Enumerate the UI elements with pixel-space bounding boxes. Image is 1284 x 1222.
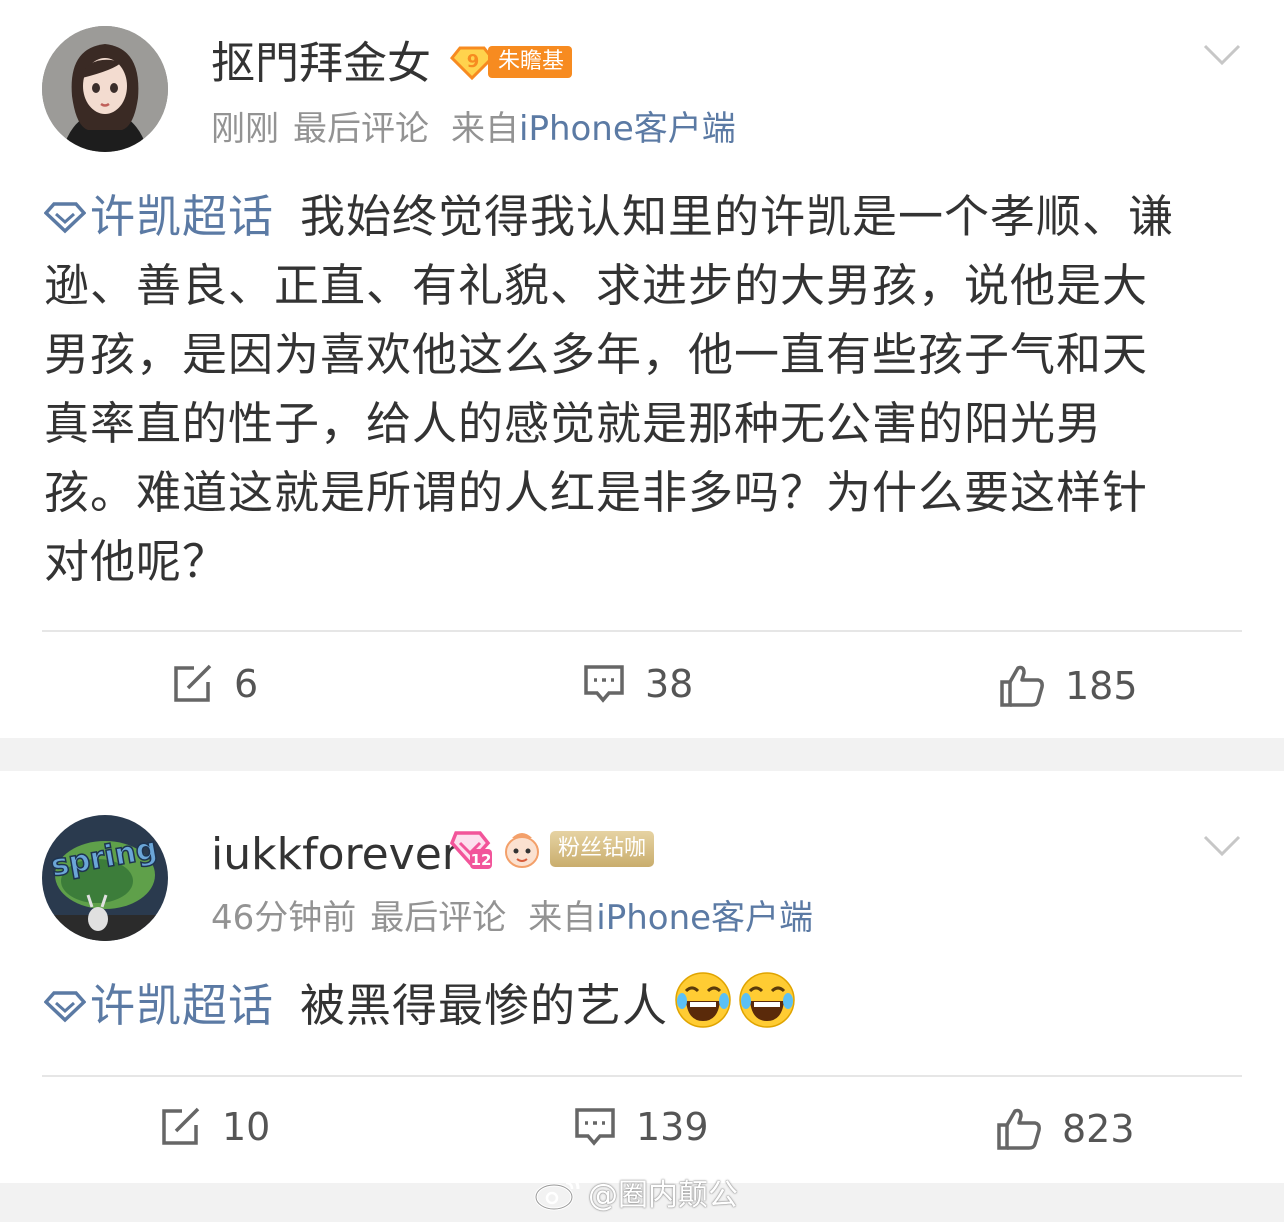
watermark-text: @圈内颠公 bbox=[588, 1178, 738, 1213]
last-comment-label: 最后评论 bbox=[293, 109, 429, 149]
comment-count: 38 bbox=[645, 662, 694, 706]
topic-label: 许凯超话 bbox=[90, 979, 275, 1032]
post-card: spring iukkforever 12 粉丝钻咖 46分钟前 最后评论 来自iP… bbox=[0, 771, 1284, 1183]
action-bar: 10 139 823 bbox=[0, 1079, 1284, 1179]
avatar[interactable] bbox=[42, 26, 168, 152]
chevron-down-icon[interactable] bbox=[1202, 833, 1242, 859]
post-content: 许凯超话 被黑得最惨的艺人 bbox=[44, 971, 1244, 1040]
comment-button[interactable]: 139 bbox=[574, 1107, 709, 1147]
vip-diamond-icon[interactable]: 12 bbox=[450, 827, 494, 871]
post-meta: 刚刚 最后评论 来自iPhone客户端 bbox=[211, 112, 736, 146]
repost-button[interactable]: 10 bbox=[160, 1107, 270, 1147]
laughing-emoji-icon bbox=[739, 972, 795, 1028]
like-icon bbox=[1000, 665, 1044, 707]
mascot-icon[interactable] bbox=[502, 828, 542, 870]
repost-count: 10 bbox=[222, 1105, 271, 1149]
post-time: 46分钟前 bbox=[211, 898, 357, 938]
username[interactable]: 抠門拜金女 bbox=[211, 42, 431, 86]
topic-link[interactable]: 许凯超话 bbox=[44, 971, 274, 1040]
user-badges: 12 粉丝钻咖 bbox=[450, 827, 655, 871]
comment-count: 139 bbox=[636, 1105, 709, 1149]
laughing-emoji-icon bbox=[675, 972, 731, 1028]
content-line: 逊、善良、正直、有礼貌、求进步的大男孩，说他是大 bbox=[44, 259, 1149, 312]
post-card: 抠門拜金女 9 朱瞻基 刚刚 最后评论 来自iPhone客户端 许凯超话 我始终觉得… bbox=[0, 0, 1284, 738]
source-link[interactable]: iPhone客户端 bbox=[596, 898, 813, 938]
repost-icon bbox=[162, 1107, 200, 1145]
content-line: 男孩，是因为喜欢他这么多年，他一直有些孩子气和天 bbox=[44, 328, 1149, 381]
post-time: 刚刚 bbox=[211, 109, 279, 149]
like-button[interactable]: 185 bbox=[999, 664, 1138, 708]
divider bbox=[42, 1075, 1242, 1077]
repost-count: 6 bbox=[234, 662, 259, 706]
username[interactable]: iukkforever bbox=[211, 833, 460, 877]
comment-icon bbox=[575, 1108, 615, 1146]
like-count: 185 bbox=[1065, 664, 1138, 708]
svg-text:9: 9 bbox=[467, 51, 480, 72]
content-text: 被黑得最惨的艺人 bbox=[300, 979, 669, 1032]
avatar[interactable]: spring bbox=[42, 815, 168, 941]
action-bar: 6 38 185 bbox=[0, 634, 1284, 734]
topic-diamond-icon bbox=[44, 990, 86, 1022]
post-meta: 46分钟前 最后评论 来自iPhone客户端 bbox=[211, 901, 813, 935]
content-line: 我始终觉得我认知里的许凯是一个孝顺、谦 bbox=[300, 190, 1175, 243]
topic-diamond-icon bbox=[44, 201, 86, 233]
source-prefix: 来自 bbox=[451, 109, 519, 149]
repost-button[interactable]: 6 bbox=[172, 664, 258, 704]
divider bbox=[42, 630, 1242, 632]
content-line: 真率直的性子，给人的感觉就是那种无公害的阳光男 bbox=[44, 397, 1103, 450]
content-line: 对他呢？ bbox=[44, 535, 229, 588]
content-line: 孩。难道这就是所谓的人红是非多吗？为什么要这样针 bbox=[44, 466, 1149, 519]
repost-icon bbox=[174, 664, 212, 702]
source-prefix: 来自 bbox=[528, 898, 597, 938]
level-badge[interactable]: 9 朱瞻基 bbox=[450, 42, 573, 82]
tag-label[interactable]: 朱瞻基 bbox=[488, 46, 573, 78]
comment-button[interactable]: 38 bbox=[583, 664, 693, 704]
svg-text:12: 12 bbox=[471, 851, 492, 869]
weibo-logo-icon bbox=[534, 1175, 580, 1211]
user-badges: 9 朱瞻基 bbox=[450, 42, 573, 82]
like-count: 823 bbox=[1062, 1107, 1135, 1151]
source-link[interactable]: iPhone客户端 bbox=[519, 109, 736, 149]
last-comment-label: 最后评论 bbox=[370, 898, 507, 938]
like-icon bbox=[997, 1108, 1041, 1150]
chevron-down-icon[interactable] bbox=[1202, 42, 1242, 68]
watermark: @圈内颠公 bbox=[534, 1170, 738, 1214]
topic-label: 许凯超话 bbox=[90, 190, 275, 243]
topic-link[interactable]: 许凯超话 bbox=[44, 182, 274, 251]
post-content: 许凯超话 我始终觉得我认知里的许凯是一个孝顺、谦 逊、善良、正直、有礼貌、求进步… bbox=[44, 182, 1244, 596]
like-button[interactable]: 823 bbox=[996, 1107, 1135, 1151]
fan-tag[interactable]: 粉丝钻咖 bbox=[550, 831, 655, 867]
comment-icon bbox=[584, 665, 624, 703]
